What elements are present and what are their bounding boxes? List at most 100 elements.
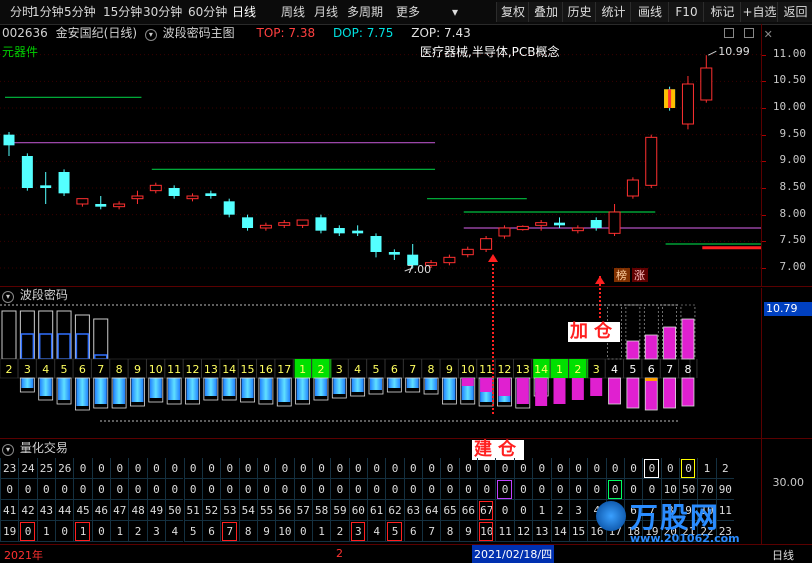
candle-body-up [681,83,694,125]
timeframe-6[interactable]: 日线 [232,0,256,24]
boduan-magenta-up [626,340,640,360]
candlestick-chart[interactable]: 10.99 7.00 榜涨 [0,24,762,286]
price-tick-mark [762,188,766,189]
lianghua-cell: 0 [110,458,129,479]
timeframe-9[interactable]: 多周期 [347,0,383,24]
candle-body-up [149,184,162,192]
lianghua-cell: 0 [348,458,367,479]
boduan-blue-outline [20,333,35,360]
boduan-value-label: 10.79 [764,302,812,316]
candle-body-down [554,222,565,226]
lianghua-cell: 9 [256,521,276,542]
lianghua-highlight-box [497,480,512,499]
price-tick-mark [762,214,766,216]
price-tick: 9.50 [779,126,807,140]
price-tick: 8.00 [779,206,807,220]
lianghua-cell: 0 [403,479,423,500]
lianghua-cell: 3 [568,500,588,521]
strip-number: 14 [222,363,236,376]
lianghua-cell: 0 [146,479,166,500]
lianghua-highlight-box [222,522,237,541]
lianghua-cell: 0 [91,458,111,479]
panel-dropdown-icon[interactable]: ▾ [2,444,14,456]
lianghua-cell: 0 [458,479,478,500]
timeframe-10[interactable]: 更多 [396,0,420,24]
toolbar-button-0[interactable]: 复权 [496,2,529,22]
lianghua-cell: 23 [0,458,19,479]
lianghua-cell: 0 [385,458,404,479]
strip-number: 16 [259,363,273,376]
toolbar-button-1[interactable]: 叠加 [528,2,563,22]
boduan-blue-outline [94,354,108,360]
toolbar-button-5[interactable]: F10 [668,2,704,22]
boduan-cyan-bar [113,378,126,404]
boduan-indicator-chart[interactable]: 2 3 4 5 6 7 8 9 10 11 12 13 14 15 16 17 1 2 3 4 5 6 7 8 9 10 11 12 1… [0,288,762,438]
strip-number: 7 [666,363,673,376]
lianghua-cell: 0 [146,458,166,479]
lianghua-cell: 48 [128,500,147,521]
highlight-candle-center [668,89,672,108]
strip-number: 1 [299,363,306,376]
strip-number: 13 [204,363,218,376]
boduan-blue-outline [38,333,53,360]
candle-body-down [40,185,52,188]
candle-body-up [608,211,621,234]
lianghua-cell: 0 [458,458,478,479]
lianghua-cell: 2 [550,500,569,521]
lianghua-cell: 0 [183,458,202,479]
strip-number: 5 [373,363,380,376]
boduan-magenta-low [535,378,548,406]
lianghua-cell: 0 [311,458,331,479]
candle-body-up [700,67,713,101]
strip-number: 9 [446,363,453,376]
boduan-magenta-low [461,378,474,386]
boduan-cyan-bar [94,378,107,404]
toolbar-button-7[interactable]: +自选 [740,2,778,22]
arrow-build-head [488,254,498,262]
candle-body-down [223,201,235,215]
timeframe-5[interactable]: 60分钟 [188,0,227,24]
candle-body-up [516,225,529,231]
timeframe-7[interactable]: 周线 [281,0,305,24]
toolbar-button-4[interactable]: 画线 [630,2,669,22]
toolbar-button-2[interactable]: 历史 [562,2,596,22]
lianghua-title[interactable]: 量化交易 [20,441,68,455]
toolbar-button-6[interactable]: 标记 [703,2,741,22]
timeframe-2[interactable]: 5分钟 [64,0,96,24]
lianghua-cell: 59 [330,500,349,521]
watermark-logo-icon [596,501,626,531]
boduan-cyan-bar [149,378,162,398]
lianghua-cell: 58 [311,500,331,521]
toolbar-button-3[interactable]: 统计 [595,2,631,22]
more-chevron-icon[interactable]: ▾ [452,0,458,24]
price-tick-mark [762,81,766,83]
timeframe-4[interactable]: 30分钟 [143,0,182,24]
lianghua-cell: 56 [275,500,294,521]
period-label[interactable]: 日线 [772,547,794,563]
toolbar-button-8[interactable]: 返回 [777,2,812,22]
price-tick: 7.50 [779,233,807,247]
candle-body-down [95,204,107,207]
lianghua-cell: 2 [128,521,147,542]
lianghua-cell: 4 [367,521,386,542]
timeframe-3[interactable]: 15分钟 [103,0,142,24]
price-tick: 10.50 [772,73,806,87]
timeframe-8[interactable]: 月线 [314,0,338,24]
strip-number: 13 [516,363,530,376]
lianghua-cell: 47 [110,500,129,521]
timeframe-0[interactable]: 分时 [10,0,34,24]
lianghua-axis-label: 30.00 [772,476,805,489]
price-tick: 8.50 [779,180,807,193]
timeframe-1[interactable]: 1分钟 [32,0,64,24]
date-axis-bar: 2021年 2 2021/02/18/四 日线 [0,544,812,563]
lianghua-axis [761,438,812,544]
strip-number: 6 [648,363,655,376]
strip-number: 10 [149,363,163,376]
candle-body-up [480,238,493,250]
strip-number: 14 [534,363,548,376]
candle-body-down [21,156,33,188]
boduan-cyan-bar [204,378,217,396]
lianghua-cell: 60 [348,500,367,521]
lianghua-cell: 0 [440,458,459,479]
boduan-magenta-up [681,318,695,360]
